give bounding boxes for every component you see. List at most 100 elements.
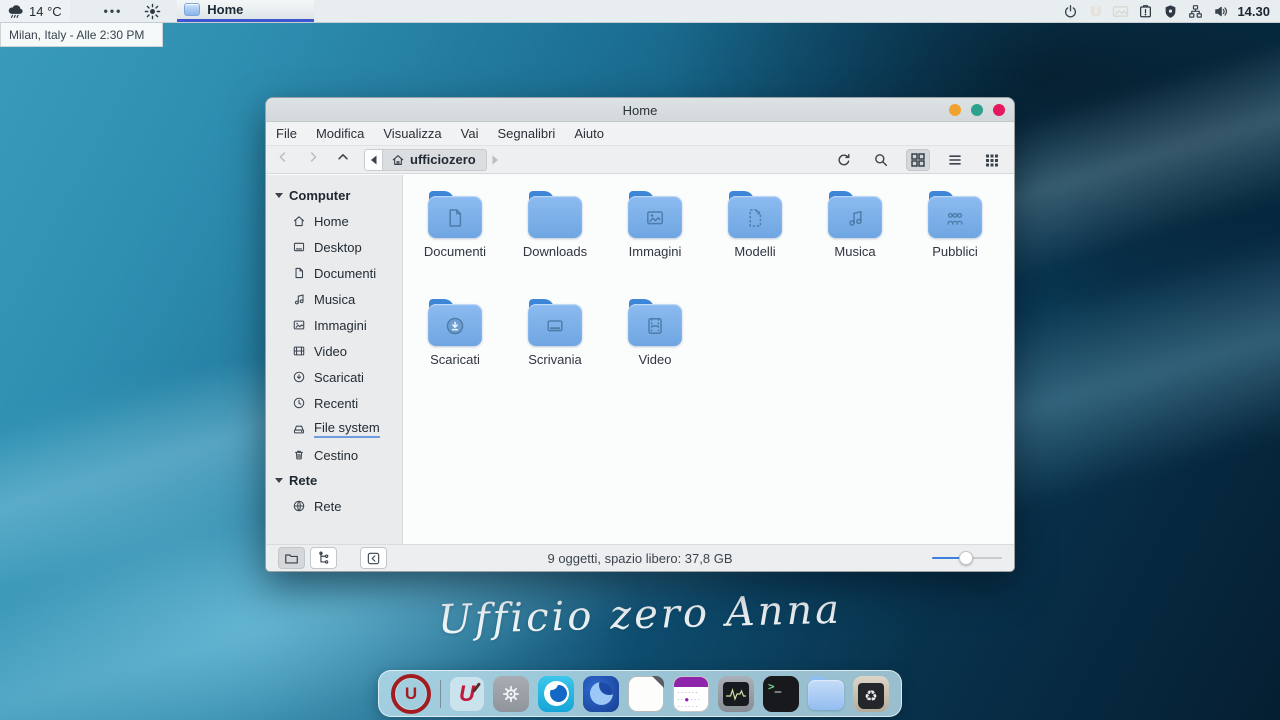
desktop-icon [292,240,306,254]
breadcrumb-scroll-left[interactable] [364,149,383,171]
sun-brightness-icon [144,3,161,20]
back-button[interactable] [276,150,290,169]
file-manager-window: Home File Modifica Visualizza Vai Segnal… [265,97,1015,572]
sidebar-section-computer[interactable]: Computer [266,183,402,208]
panel-menu-dots[interactable]: ••• [92,0,135,22]
folder-item-modelli[interactable]: Modelli [705,187,805,295]
folder-name: Video [638,352,671,367]
folder-item-musica[interactable]: Musica [805,187,905,295]
forward-button[interactable] [306,150,320,169]
folder-item-scrivania[interactable]: Scrivania [505,295,605,403]
network-icon[interactable] [1187,3,1204,20]
download-glyph-icon [443,314,467,338]
panel-clock[interactable]: 14.30 [1237,4,1270,19]
drive-icon [292,422,306,436]
menu-modifica[interactable]: Modifica [316,126,364,141]
breadcrumb-scroll-right[interactable] [487,149,505,171]
sidebar-item-file-system[interactable]: File system [266,416,402,442]
dock-system-monitor[interactable] [718,676,754,712]
sidebar-item-rete[interactable]: Rete [266,493,402,519]
folder-item-downloads[interactable]: Downloads [505,187,605,295]
dock-uz-writer[interactable]: U [450,677,484,711]
sidebar-item-cestino[interactable]: Cestino [266,442,402,468]
taskbar-item-label: Home [207,2,243,17]
sidebar-item-video[interactable]: Video [266,338,402,364]
folder-item-scaricati[interactable]: Scaricati [405,295,505,403]
folder-item-immagini[interactable]: Immagini [605,187,705,295]
dock-thunderbird[interactable] [583,676,619,712]
package-update-icon[interactable] [1137,3,1154,20]
weather-temperature: 14 °C [29,4,62,19]
statusbar: 9 oggetti, spazio libero: 37,8 GB [266,544,1014,571]
template-glyph-icon [743,206,767,230]
dock-ufficiozero-menu[interactable]: U [391,674,431,714]
folder-item-documenti[interactable]: Documenti [405,187,505,295]
dock-web-browser[interactable] [538,676,574,712]
up-button[interactable] [336,150,350,169]
menu-vai[interactable]: Vai [461,126,479,141]
folder-item-video[interactable]: Video [605,295,705,403]
taskbar-item-home[interactable]: Home [177,0,314,22]
nav-buttons [276,150,350,169]
folder-item-pubblici[interactable]: Pubblici [905,187,1005,295]
dock-file-manager[interactable] [808,676,844,712]
document-glyph-icon [443,206,467,230]
sidebar-item-recenti[interactable]: Recenti [266,390,402,416]
sidebar-item-desktop[interactable]: Desktop [266,234,402,260]
dock-trash[interactable]: ♻ [853,676,889,712]
menu-visualizza[interactable]: Visualizza [383,126,441,141]
sidebar-item-label: Recenti [314,396,358,411]
sidebar-item-documenti[interactable]: Documenti [266,260,402,286]
compact-view-icon[interactable] [980,149,1004,171]
dock-calendar[interactable]: ········●········· [673,676,709,712]
sidebar-item-label: Documenti [314,266,376,281]
folder-name: Pubblici [932,244,978,259]
sidebar-item-label: Scaricati [314,370,364,385]
rain-cloud-icon [6,3,24,20]
folder-icon [928,191,982,238]
sidebar-item-label: Cestino [314,448,358,463]
brightness-widget[interactable] [134,0,171,22]
menu-aiuto[interactable]: Aiuto [574,126,604,141]
dock-terminal[interactable]: >_ [763,676,799,712]
maximize-button[interactable] [971,104,983,116]
breadcrumb: ufficiozero [364,149,505,171]
dock-separator [440,680,441,708]
reload-icon[interactable] [832,149,856,171]
close-button[interactable] [993,104,1005,116]
sidebar-item-immagini[interactable]: Immagini [266,312,402,338]
sidebar-item-label: Video [314,344,347,359]
weather-widget[interactable]: 14 °C [0,0,70,22]
terminal-cursor: _ [775,680,782,693]
sidebar-item-home[interactable]: Home [266,208,402,234]
status-text: 9 oggetti, spazio libero: 37,8 GB [266,551,1014,566]
sidebar-item-musica[interactable]: Musica [266,286,402,312]
menu-segnalibri[interactable]: Segnalibri [498,126,556,141]
current-location: ufficiozero [410,152,476,167]
icon-view-icon[interactable] [906,149,930,171]
sidebar-section-rete[interactable]: Rete [266,468,402,493]
dock-settings[interactable] [493,676,529,712]
thunderbird-icon [590,682,613,705]
folder-name: Musica [834,244,875,259]
image-glyph-icon [643,206,667,230]
search-icon[interactable] [869,149,893,171]
home-icon [292,214,306,228]
power-icon[interactable] [1062,3,1079,20]
sidebar-item-scaricati[interactable]: Scaricati [266,364,402,390]
dock-text-document[interactable] [628,676,664,712]
volume-icon[interactable] [1212,3,1229,20]
list-view-icon[interactable] [943,149,967,171]
sidebar-item-label: File system [314,420,380,438]
ufficiozero-logo-icon[interactable]: U [1087,3,1104,20]
screenshot-icon[interactable] [1112,3,1129,20]
slider-knob[interactable] [959,551,973,565]
menu-file[interactable]: File [276,126,297,141]
minimize-button[interactable] [949,104,961,116]
zoom-slider[interactable] [932,551,1002,565]
window-titlebar[interactable]: Home [266,98,1014,122]
shield-security-icon[interactable] [1162,3,1179,20]
film-glyph-icon [643,314,667,338]
breadcrumb-home-segment[interactable]: ufficiozero [383,149,487,171]
top-panel: 14 °C ••• Home U [0,0,1280,23]
